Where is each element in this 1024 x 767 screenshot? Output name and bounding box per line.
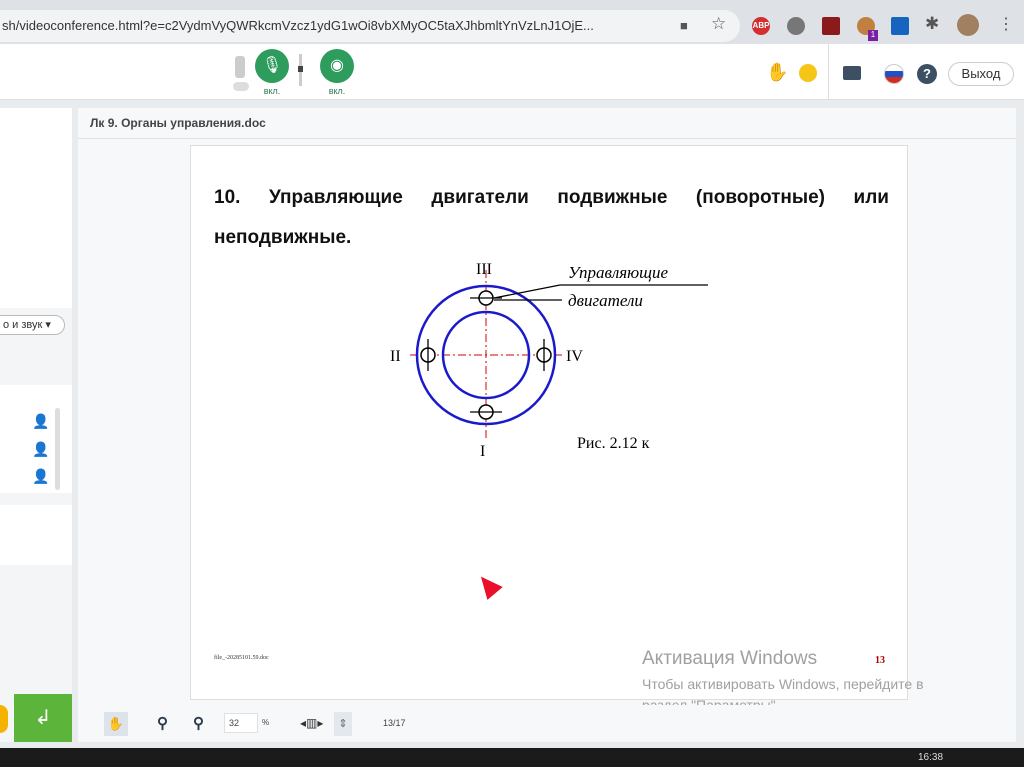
extension-circle-icon[interactable]	[787, 17, 805, 35]
page-counter: 13/17	[383, 718, 406, 728]
raise-hand-icon[interactable]: ✋	[766, 62, 788, 83]
divider	[78, 138, 1016, 139]
camera-icon[interactable]: ■	[680, 18, 688, 33]
fit-page-icon[interactable]: ⇕	[334, 712, 352, 736]
chevron-down-icon: ▾	[45, 319, 51, 331]
label-iii: III	[476, 261, 492, 278]
label-ii: II	[390, 348, 401, 365]
camera-status: вкл.	[328, 86, 346, 96]
camera-button[interactable]: ◉	[320, 49, 354, 83]
participant-user-icon[interactable]: 👤	[32, 413, 49, 430]
engine-diagram: III II IV I Управляющие двигатели Рис. 2…	[390, 261, 708, 460]
hand-tool-icon[interactable]: ✋	[104, 712, 128, 736]
microphone-button[interactable]: 🎙	[255, 49, 289, 83]
extension-badge: 1	[868, 30, 878, 41]
participant-user-icon[interactable]: 👤	[32, 468, 49, 485]
fit-width-icon[interactable]: ◂▥▸	[300, 716, 323, 730]
activation-watermark-line1: Чтобы активировать Windows, перейдите в	[642, 676, 924, 692]
address-bar[interactable]: sh/videoconference.html?e=c2VydmVyQWRkcm…	[0, 10, 740, 42]
callout-line2: двигатели	[568, 291, 643, 310]
slide-heading: 10. Управляющие двигатели подвижные (пов…	[214, 187, 889, 248]
emoji-button[interactable]	[0, 705, 8, 733]
callout-line1: Управляющие	[568, 263, 668, 282]
page-number: 13	[875, 655, 885, 666]
figure-caption: Рис. 2.12 к	[577, 435, 650, 452]
chat-panel	[0, 505, 72, 565]
puzzle-icon[interactable]: ✱	[925, 14, 939, 34]
participant-scrollbar[interactable]	[55, 408, 60, 490]
menu-kebab-icon[interactable]: ⋮	[998, 14, 1014, 34]
translate-extension-icon[interactable]	[891, 17, 909, 35]
zoom-in-icon[interactable]: ⚲	[157, 714, 168, 732]
select-value: о и звук	[3, 319, 43, 331]
emoji-icon[interactable]	[799, 64, 817, 82]
zoom-input[interactable]: 32	[224, 713, 258, 733]
help-icon[interactable]: ?	[917, 64, 937, 84]
pdf-extension-icon[interactable]	[822, 17, 840, 35]
headset-icon	[235, 56, 245, 78]
windows-taskbar	[0, 748, 1024, 767]
zoom-out-icon[interactable]: ⚲	[193, 714, 204, 732]
toggle-switch[interactable]	[233, 82, 249, 91]
app-toolbar	[0, 44, 1024, 100]
document-title: Лк 9. Органы управления.doc	[90, 116, 266, 130]
activation-watermark-title: Активация Windows	[642, 648, 818, 669]
participant-user-icon[interactable]: 👤	[32, 441, 49, 458]
divider	[828, 44, 829, 100]
audio-video-select[interactable]: о и звук ▾	[0, 315, 65, 335]
bookmark-star-icon[interactable]: ☆	[711, 14, 726, 34]
volume-slider[interactable]	[298, 54, 303, 86]
exit-button[interactable]: Выход	[948, 62, 1014, 86]
zoom-unit: %	[262, 718, 270, 727]
send-button[interactable]: ↲	[14, 694, 72, 742]
taskbar-clock[interactable]: 16:38	[918, 752, 943, 763]
profile-avatar[interactable]	[957, 14, 979, 36]
footer-filename: file_-20285101.59.doc	[214, 655, 269, 661]
language-flag-icon[interactable]	[884, 64, 904, 84]
mic-status: вкл.	[263, 86, 281, 96]
sidebar-panel	[0, 108, 72, 308]
label-i: I	[480, 443, 485, 460]
adblock-icon[interactable]: ABP	[752, 17, 770, 35]
label-iv: IV	[566, 348, 583, 365]
folder-icon[interactable]	[843, 66, 861, 80]
